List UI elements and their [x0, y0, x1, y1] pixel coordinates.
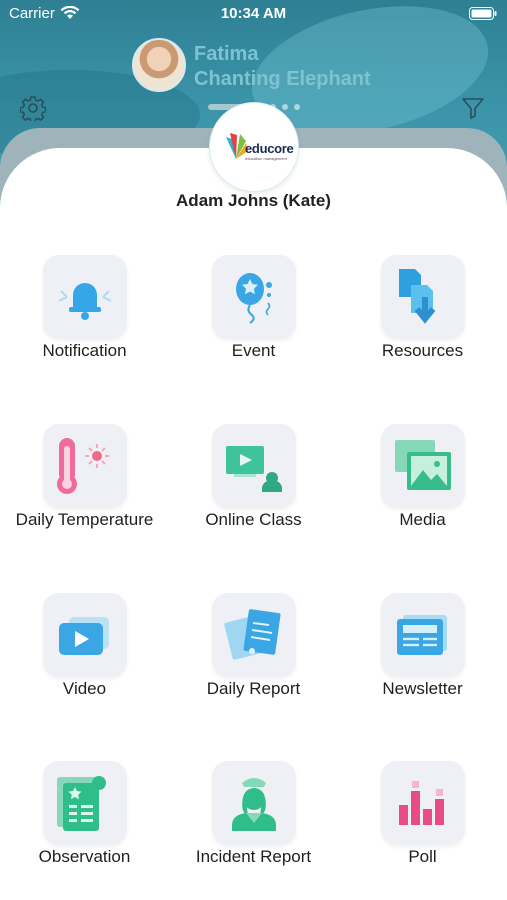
avatar[interactable] [132, 38, 186, 92]
thermometer-icon [57, 438, 109, 494]
menu-label: Notification [42, 341, 127, 360]
clock: 10:34 AM [220, 5, 287, 22]
menu-label: Media [399, 510, 446, 529]
menu-item-media[interactable]: Media [338, 424, 507, 544]
menu-label: Daily Report [206, 679, 301, 698]
school-logo: educore education management [210, 103, 298, 191]
child-name: Fatima [194, 43, 259, 65]
class-name: Chanting Elephant [194, 68, 371, 90]
menu-icon-box[interactable] [212, 255, 296, 339]
menu-label: Incident Report [195, 847, 312, 866]
resources-icon [399, 269, 436, 324]
menu-item-video[interactable]: Video [0, 593, 169, 713]
poll-icon [399, 781, 444, 825]
menu-item-daily-temperature[interactable]: Daily Temperature [0, 424, 169, 544]
status-bar: Carrier 10:34 AM [0, 0, 507, 28]
menu-item-incident-report[interactable]: Incident Report [169, 761, 338, 881]
menu-icon-box[interactable] [43, 761, 127, 845]
balloon-icon [236, 273, 272, 324]
nurse-icon [232, 778, 276, 831]
menu-label: Event [231, 341, 276, 360]
battery-icon [469, 7, 497, 20]
menu-icon-box[interactable] [381, 255, 465, 339]
menu-icon-box[interactable] [43, 424, 127, 508]
logo-tagline: education management [245, 156, 287, 161]
menu-icon-box[interactable] [212, 593, 296, 677]
menu-item-notification[interactable]: Notification [0, 255, 169, 375]
media-icon [395, 440, 451, 490]
newsletter-icon [397, 615, 447, 655]
menu-label: Online Class [205, 510, 302, 529]
daily-report-icon [224, 609, 281, 660]
menu-label: Resources [381, 341, 464, 360]
gear-icon[interactable] [20, 95, 46, 121]
observation-icon [57, 776, 106, 831]
menu-icon-box[interactable] [43, 255, 127, 339]
menu-icon-box[interactable] [381, 761, 465, 845]
menu-icon-box[interactable] [381, 593, 465, 677]
menu-icon-box[interactable] [212, 424, 296, 508]
menu-item-newsletter[interactable]: Newsletter [338, 593, 507, 713]
menu-item-resources[interactable]: Resources [338, 255, 507, 375]
menu-item-poll[interactable]: Poll [338, 761, 507, 881]
menu-item-event[interactable]: Event [169, 255, 338, 375]
menu-label: Daily Temperature [15, 510, 154, 529]
menu-label: Poll [408, 847, 437, 866]
user-name: Adam Johns (Kate) [176, 191, 331, 210]
menu-icon-box[interactable] [43, 593, 127, 677]
video-icon [59, 617, 109, 655]
menu-icon-box[interactable] [381, 424, 465, 508]
menu-icon-box[interactable] [212, 761, 296, 845]
menu-label: Newsletter [382, 679, 463, 698]
menu-label: Observation [38, 847, 131, 866]
menu-label: Video [62, 679, 107, 698]
bell-icon [58, 283, 112, 320]
filter-icon[interactable] [461, 96, 485, 120]
logo-brand: educore [245, 141, 294, 156]
menu-item-daily-report[interactable]: Daily Report [169, 593, 338, 713]
menu-item-observation[interactable]: Observation [0, 761, 169, 881]
online-class-icon [226, 446, 282, 492]
menu-item-online-class[interactable]: Online Class [169, 424, 338, 544]
